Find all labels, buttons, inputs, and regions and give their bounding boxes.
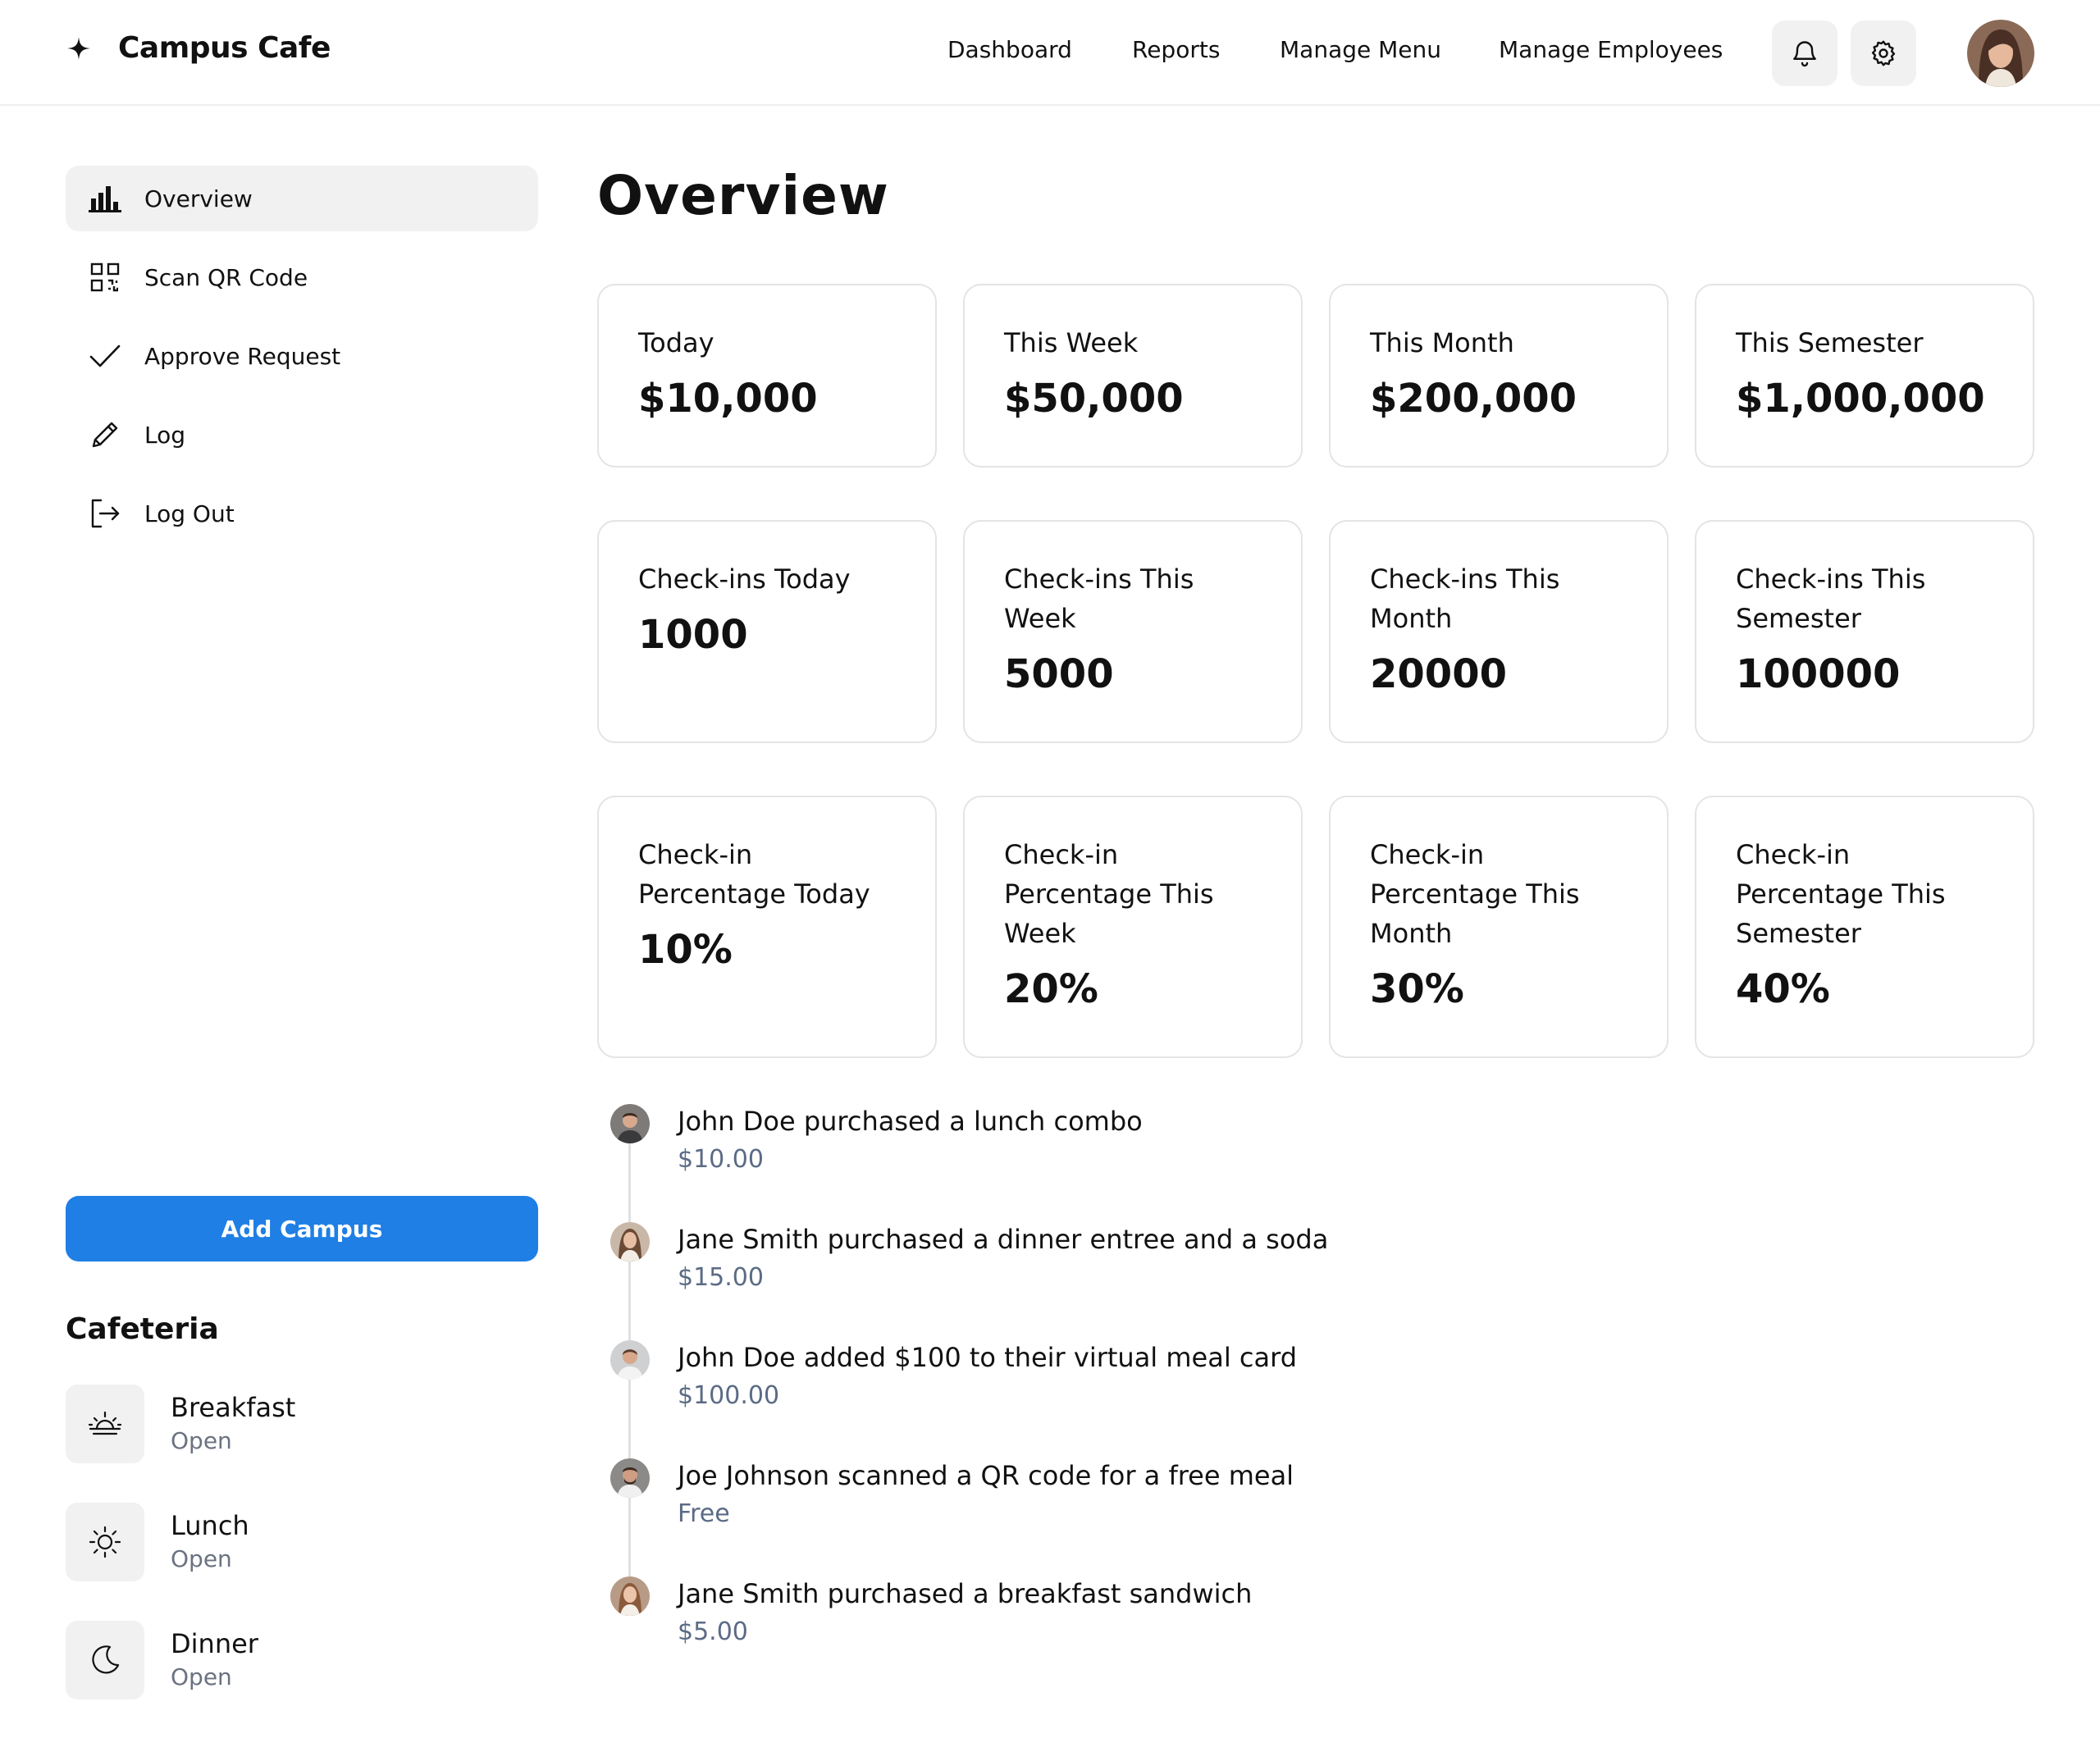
page-title: Overview	[597, 164, 889, 227]
avatar	[610, 1576, 650, 1616]
stat-card-percentage-week: Check-in Percentage This Week 20%	[963, 796, 1303, 1058]
stat-value: 10%	[638, 927, 733, 973]
brand[interactable]: Campus Cafe	[66, 31, 331, 65]
sunrise-icon	[66, 1385, 144, 1463]
sidebar-item-label: Log Out	[144, 500, 235, 527]
meal-status: Open	[171, 1427, 232, 1454]
meal-status: Open	[171, 1545, 232, 1572]
meal-lunch[interactable]: Lunch Open	[66, 1501, 538, 1583]
activity-text: John Doe purchased a lunch combo	[678, 1106, 1143, 1137]
moon-icon	[66, 1621, 144, 1700]
stat-card-this-semester: This Semester $1,000,000	[1695, 284, 2034, 468]
meal-status: Open	[171, 1663, 232, 1690]
stat-label: Check-ins Today	[638, 563, 851, 595]
bar-chart-icon	[87, 180, 123, 217]
sidebar-item-label: Overview	[144, 185, 253, 212]
stat-value: 20%	[1004, 966, 1098, 1012]
checkmark-icon	[87, 338, 123, 374]
meal-name: Lunch	[171, 1510, 249, 1541]
stat-card-checkins-today: Check-ins Today 1000	[597, 520, 937, 743]
stat-label: This Week	[1004, 327, 1139, 358]
stat-label: Check-in Percentage This Week	[1004, 839, 1214, 949]
stat-label: This Semester	[1736, 327, 1924, 358]
activity-amount: $5.00	[678, 1617, 748, 1646]
activity-text: John Doe added $100 to their virtual mea…	[678, 1342, 1297, 1373]
activity-text: Joe Johnson scanned a QR code for a free…	[678, 1460, 1294, 1491]
add-campus-button[interactable]: Add Campus	[66, 1196, 538, 1262]
sidebar-item-log[interactable]: Log	[66, 402, 538, 468]
nav-manage-menu[interactable]: Manage Menu	[1280, 36, 1441, 63]
stat-card-this-week: This Week $50,000	[963, 284, 1303, 468]
stat-label: Check-ins This Semester	[1736, 563, 1926, 634]
activity-text: Jane Smith purchased a breakfast sandwic…	[678, 1578, 1253, 1609]
avatar	[610, 1104, 650, 1143]
qr-code-icon	[87, 259, 123, 295]
user-avatar[interactable]	[1967, 20, 2034, 87]
profile-photo	[1967, 20, 2034, 87]
stat-value: 20000	[1370, 651, 1507, 697]
stat-value: 40%	[1736, 966, 1830, 1012]
stat-value: $10,000	[638, 376, 818, 422]
gear-icon	[1871, 40, 1896, 66]
nav-manage-employees[interactable]: Manage Employees	[1499, 36, 1723, 63]
settings-button[interactable]	[1851, 21, 1916, 86]
app-title: Campus Cafe	[118, 31, 331, 65]
activity-amount: $100.00	[678, 1381, 780, 1410]
stat-value: $200,000	[1370, 376, 1577, 422]
meal-dinner[interactable]: Dinner Open	[66, 1619, 538, 1701]
stat-card-percentage-today: Check-in Percentage Today 10%	[597, 796, 937, 1058]
stat-label: Check-ins This Week	[1004, 563, 1194, 634]
stat-value: 30%	[1370, 966, 1464, 1012]
logout-icon	[87, 495, 123, 532]
stat-value: 100000	[1736, 651, 1901, 697]
stat-value: $1,000,000	[1736, 376, 1985, 422]
sidebar-item-log-out[interactable]: Log Out	[66, 481, 538, 546]
stat-label: This Month	[1370, 327, 1514, 358]
avatar	[610, 1222, 650, 1262]
stat-label: Check-ins This Month	[1370, 563, 1560, 634]
stat-label: Check-in Percentage This Semester	[1736, 839, 1946, 949]
stat-card-checkins-month: Check-ins This Month 20000	[1329, 520, 1669, 743]
activity-text: Jane Smith purchased a dinner entree and…	[678, 1224, 1329, 1255]
stat-card-today: Today $10,000	[597, 284, 937, 468]
top-header: Campus Cafe Dashboard Reports Manage Men…	[0, 0, 2100, 106]
sidebar-item-scan-qr-code[interactable]: Scan QR Code	[66, 244, 538, 310]
stat-card-checkins-week: Check-ins This Week 5000	[963, 520, 1303, 743]
sparkle-icon	[67, 36, 90, 60]
bell-icon	[1793, 41, 1816, 67]
meal-breakfast[interactable]: Breakfast Open	[66, 1383, 538, 1465]
stat-label: Check-in Percentage This Month	[1370, 839, 1580, 949]
stat-value: $50,000	[1004, 376, 1184, 422]
stat-card-percentage-semester: Check-in Percentage This Semester 40%	[1695, 796, 2034, 1058]
sidebar-item-label: Approve Request	[144, 342, 341, 370]
stat-label: Check-in Percentage Today	[638, 839, 870, 910]
sidebar-item-label: Log	[144, 421, 186, 449]
meal-name: Breakfast	[171, 1392, 296, 1423]
sidebar-item-approve-request[interactable]: Approve Request	[66, 323, 538, 389]
stat-card-checkins-semester: Check-ins This Semester 100000	[1695, 520, 2034, 743]
stat-card-this-month: This Month $200,000	[1329, 284, 1669, 468]
stat-value: 5000	[1004, 651, 1114, 697]
pencil-icon	[87, 417, 123, 453]
avatar	[610, 1458, 650, 1498]
avatar	[610, 1340, 650, 1380]
activity-amount: $15.00	[678, 1263, 764, 1292]
sun-icon	[66, 1503, 144, 1581]
cafeteria-heading: Cafeteria	[66, 1312, 219, 1346]
stat-card-percentage-month: Check-in Percentage This Month 30%	[1329, 796, 1669, 1058]
activity-amount: $10.00	[678, 1145, 764, 1174]
nav-reports[interactable]: Reports	[1132, 36, 1220, 63]
meal-name: Dinner	[171, 1628, 258, 1659]
sidebar-item-overview[interactable]: Overview	[66, 166, 538, 231]
stat-value: 1000	[638, 612, 748, 658]
sidebar-item-label: Scan QR Code	[144, 263, 308, 291]
activity-amount: Free	[678, 1499, 730, 1528]
notifications-button[interactable]	[1772, 21, 1838, 86]
nav-dashboard[interactable]: Dashboard	[947, 36, 1072, 63]
stat-label: Today	[638, 327, 714, 358]
